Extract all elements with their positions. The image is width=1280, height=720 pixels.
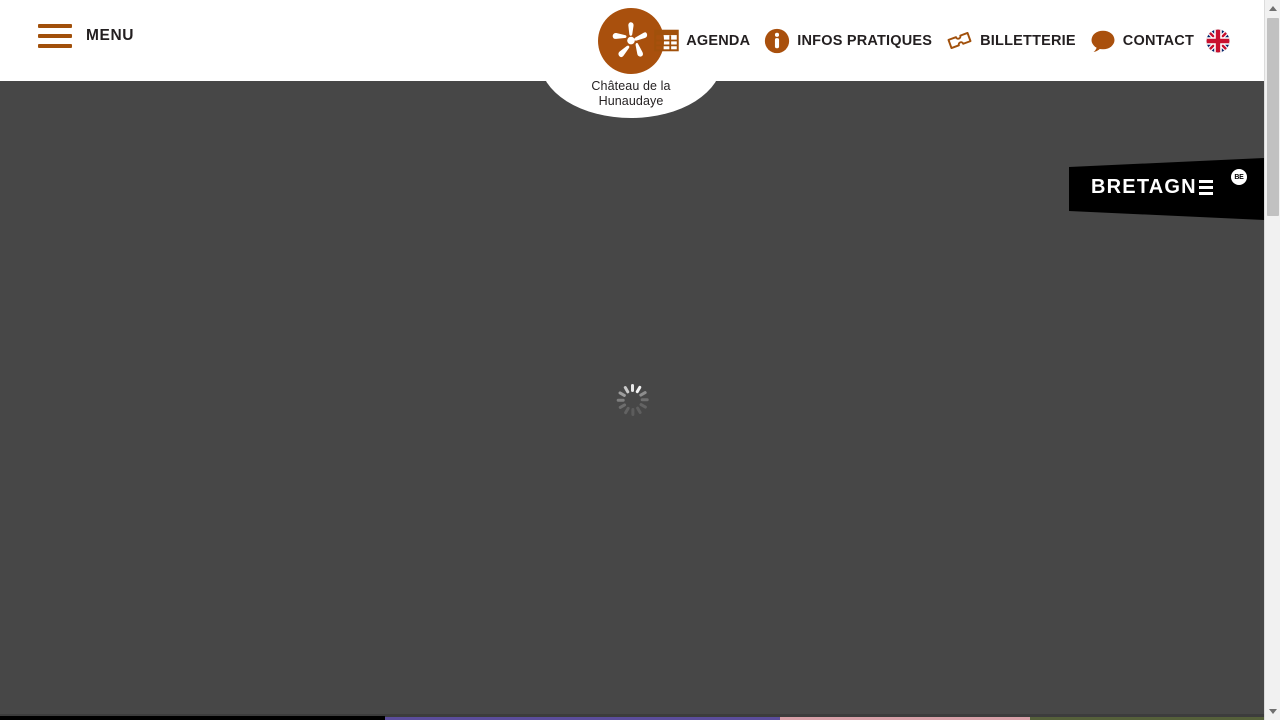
nav-item-infos-pratiques[interactable]: INFOS PRATIQUES — [764, 28, 932, 54]
logo-bump: Château de la Hunaudaye — [540, 0, 722, 118]
nav-label-infos-pratiques: INFOS PRATIQUES — [797, 32, 933, 49]
uk-flag-icon — [1206, 28, 1230, 53]
bretagne-mark: BE — [1231, 169, 1247, 185]
loading-spinner-icon — [614, 382, 650, 418]
nav-item-contact[interactable]: CONTACT — [1090, 29, 1194, 53]
strip-segment-black — [0, 716, 385, 720]
hamburger-icon — [38, 24, 72, 48]
bretagne-e-bar — [1198, 192, 1213, 195]
nav-item-agenda[interactable]: AGENDA — [654, 28, 750, 53]
info-circle-icon — [765, 28, 790, 53]
menu-button-label: MENU — [86, 27, 135, 44]
browser-viewport: BRETAGN BE Château de la Hunaudaye MENU … — [0, 0, 1280, 720]
bretagne-e-bar — [1198, 180, 1213, 183]
scroll-thumb[interactable] — [1267, 18, 1279, 216]
scroll-down-arrow-icon[interactable] — [1265, 703, 1280, 720]
nav-item-billetterie[interactable]: BILLETTERIE — [946, 27, 1076, 54]
calendar-icon — [654, 29, 679, 52]
logo-title-line2: Hunaudaye — [598, 94, 664, 108]
site-logo[interactable]: Château de la Hunaudaye — [540, 8, 722, 109]
logo-title: Château de la Hunaudaye — [540, 79, 722, 109]
nav-label-contact: CONTACT — [1122, 32, 1194, 49]
ticket-icon — [947, 31, 972, 50]
vertical-scrollbar[interactable] — [1264, 0, 1280, 720]
language-switch-button[interactable] — [1206, 28, 1230, 53]
speech-bubble-icon — [1091, 30, 1115, 52]
nav-label-billetterie: BILLETTERIE — [980, 32, 1076, 49]
top-navigation: AGENDA INFOS PRATIQUES BILLETTERIE CONTA… — [640, 27, 1230, 54]
bretagne-label: BRETAGN — [1091, 176, 1197, 198]
scroll-up-arrow-icon[interactable] — [1265, 0, 1280, 17]
page-content: BRETAGN BE Château de la Hunaudaye MENU … — [0, 0, 1264, 714]
bretagne-banner[interactable]: BRETAGN BE — [1069, 158, 1264, 220]
page-bottom-strip — [0, 714, 1264, 720]
logo-title-line1: Château de la — [591, 79, 671, 93]
nav-label-agenda: AGENDA — [686, 32, 751, 49]
menu-button[interactable]: MENU — [38, 24, 134, 48]
bretagne-e-bar — [1198, 186, 1213, 189]
